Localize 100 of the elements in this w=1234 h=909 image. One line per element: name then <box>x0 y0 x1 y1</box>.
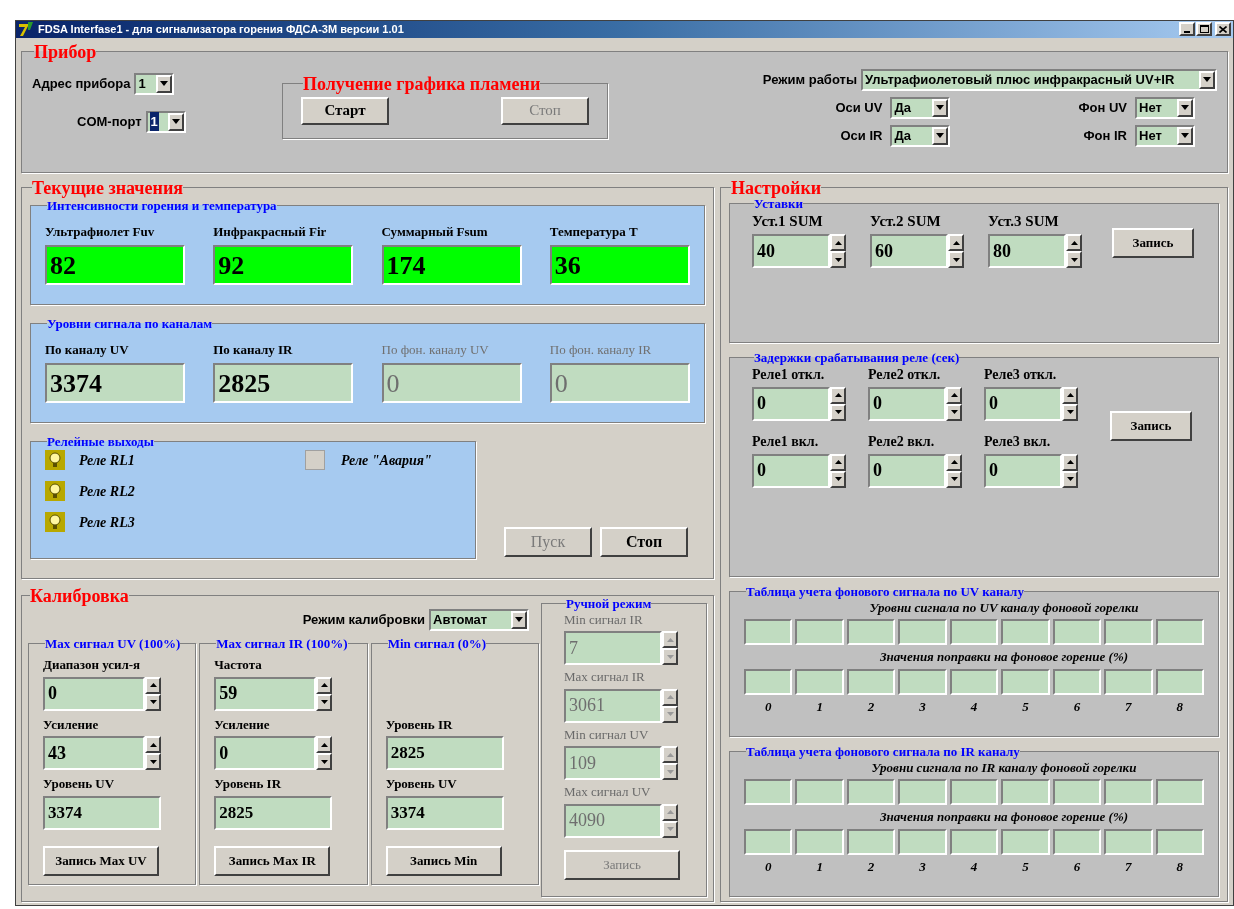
table-cell[interactable] <box>1155 668 1204 695</box>
spin-down-button[interactable] <box>145 753 161 770</box>
spin-up-button[interactable] <box>145 676 161 694</box>
input-field[interactable]: 0 <box>984 453 1062 488</box>
dropdown[interactable]: Ультрафиолетовый плюс инфракрасный UV+IR <box>861 68 1217 91</box>
dropdown-button[interactable] <box>932 98 949 117</box>
spin-up-button[interactable] <box>662 688 678 706</box>
table-cell[interactable] <box>898 828 947 855</box>
input-field[interactable]: 60 <box>870 234 948 268</box>
table-cell[interactable] <box>1001 828 1050 855</box>
table-cell[interactable] <box>1104 668 1153 695</box>
spin-down-button[interactable] <box>948 251 964 268</box>
spin-up-button[interactable] <box>1062 453 1078 471</box>
table-cell[interactable] <box>1001 619 1050 645</box>
table-cell[interactable] <box>795 668 844 695</box>
dropdown[interactable]: Автомат <box>429 608 529 631</box>
dropdown-button[interactable] <box>1177 98 1193 117</box>
button[interactable]: Запись <box>1110 410 1192 441</box>
spin-up-button[interactable] <box>946 453 962 471</box>
spin-up-button[interactable] <box>830 234 846 251</box>
table-cell[interactable] <box>744 668 793 695</box>
table-cell[interactable] <box>1052 828 1102 855</box>
dropdown-button[interactable] <box>1199 70 1215 89</box>
input-field[interactable]: 0 <box>752 386 830 421</box>
maximize-button[interactable] <box>1196 22 1212 37</box>
table-cell[interactable] <box>1155 828 1204 855</box>
table-cell[interactable] <box>949 828 999 855</box>
button[interactable]: Стоп <box>600 526 688 557</box>
input-field[interactable]: 2825 <box>385 736 504 770</box>
spin-down-button[interactable] <box>662 763 678 780</box>
dropdown-button[interactable] <box>511 610 527 629</box>
table-cell[interactable] <box>1104 828 1153 855</box>
button[interactable]: Запись Max IR <box>214 845 331 876</box>
table-cell[interactable] <box>898 668 947 695</box>
table-cell[interactable] <box>744 619 793 645</box>
button[interactable]: Запись Max UV <box>43 845 159 876</box>
input-field[interactable]: 0 <box>43 676 145 711</box>
dropdown[interactable]: Нет <box>1135 96 1195 119</box>
input-field[interactable]: 40 <box>752 234 830 268</box>
spin-up-button[interactable] <box>946 386 962 404</box>
minimize-button[interactable] <box>1179 22 1195 37</box>
spin-up-button[interactable] <box>830 453 846 471</box>
input-field[interactable]: 59 <box>214 676 317 711</box>
spin-up-button[interactable] <box>145 736 161 753</box>
table-cell[interactable] <box>949 619 999 645</box>
input-field[interactable]: 80 <box>988 234 1066 268</box>
table-cell[interactable] <box>949 668 999 695</box>
table-cell[interactable] <box>795 828 844 855</box>
input-field[interactable]: 43 <box>43 736 145 770</box>
table-cell[interactable] <box>1001 779 1050 805</box>
input-field[interactable]: 82 <box>45 245 185 285</box>
input-field[interactable]: 0 <box>868 386 946 421</box>
table-cell[interactable] <box>795 779 844 805</box>
dropdown-button[interactable] <box>167 112 184 131</box>
table-cell[interactable] <box>1104 779 1153 805</box>
spin-up-button[interactable] <box>662 746 678 763</box>
dropdown[interactable]: 1 <box>145 110 186 133</box>
spin-down-button[interactable] <box>830 251 846 268</box>
button[interactable]: Запись Min <box>385 845 502 876</box>
dropdown-button[interactable] <box>156 74 173 93</box>
button[interactable]: Старт <box>301 96 389 125</box>
spin-up-button[interactable] <box>830 386 846 404</box>
dropdown[interactable]: Нет <box>1135 124 1195 147</box>
table-cell[interactable] <box>744 828 793 855</box>
table-cell[interactable] <box>846 668 896 695</box>
dropdown[interactable]: 1 <box>134 72 175 95</box>
table-cell[interactable] <box>898 779 947 805</box>
table-cell[interactable] <box>898 619 947 645</box>
button[interactable]: Запись <box>1112 227 1194 258</box>
dropdown[interactable]: Да <box>890 124 951 147</box>
table-cell[interactable] <box>795 619 844 645</box>
spin-up-button[interactable] <box>662 631 678 648</box>
spin-up-button[interactable] <box>948 234 964 251</box>
spin-up-button[interactable] <box>316 736 333 753</box>
dropdown-button[interactable] <box>932 126 949 145</box>
table-cell[interactable] <box>846 828 896 855</box>
input-field[interactable]: 3374 <box>385 795 504 830</box>
input-field[interactable]: 3374 <box>43 795 161 830</box>
dropdown[interactable]: Да <box>890 96 951 119</box>
table-cell[interactable] <box>1155 779 1204 805</box>
input-field[interactable]: 2825 <box>213 363 354 403</box>
table-cell[interactable] <box>744 779 793 805</box>
input-field[interactable]: 2825 <box>214 795 333 830</box>
table-cell[interactable] <box>1052 668 1102 695</box>
input-field[interactable]: 0 <box>868 453 946 488</box>
spin-down-button[interactable] <box>316 753 333 770</box>
spin-down-button[interactable] <box>1066 251 1082 268</box>
input-field[interactable]: 0 <box>214 736 317 770</box>
table-cell[interactable] <box>1104 619 1153 645</box>
table-cell[interactable] <box>1052 619 1102 645</box>
input-field[interactable]: 0 <box>984 386 1062 421</box>
table-cell[interactable] <box>1052 779 1102 805</box>
table-cell[interactable] <box>846 779 896 805</box>
input-field[interactable]: 3374 <box>45 363 185 403</box>
table-cell[interactable] <box>1001 668 1050 695</box>
spin-up-button[interactable] <box>1066 234 1082 251</box>
spin-down-button[interactable] <box>662 648 678 665</box>
input-field[interactable]: 174 <box>381 245 522 285</box>
table-cell[interactable] <box>949 779 999 805</box>
spin-up-button[interactable] <box>1062 386 1078 404</box>
